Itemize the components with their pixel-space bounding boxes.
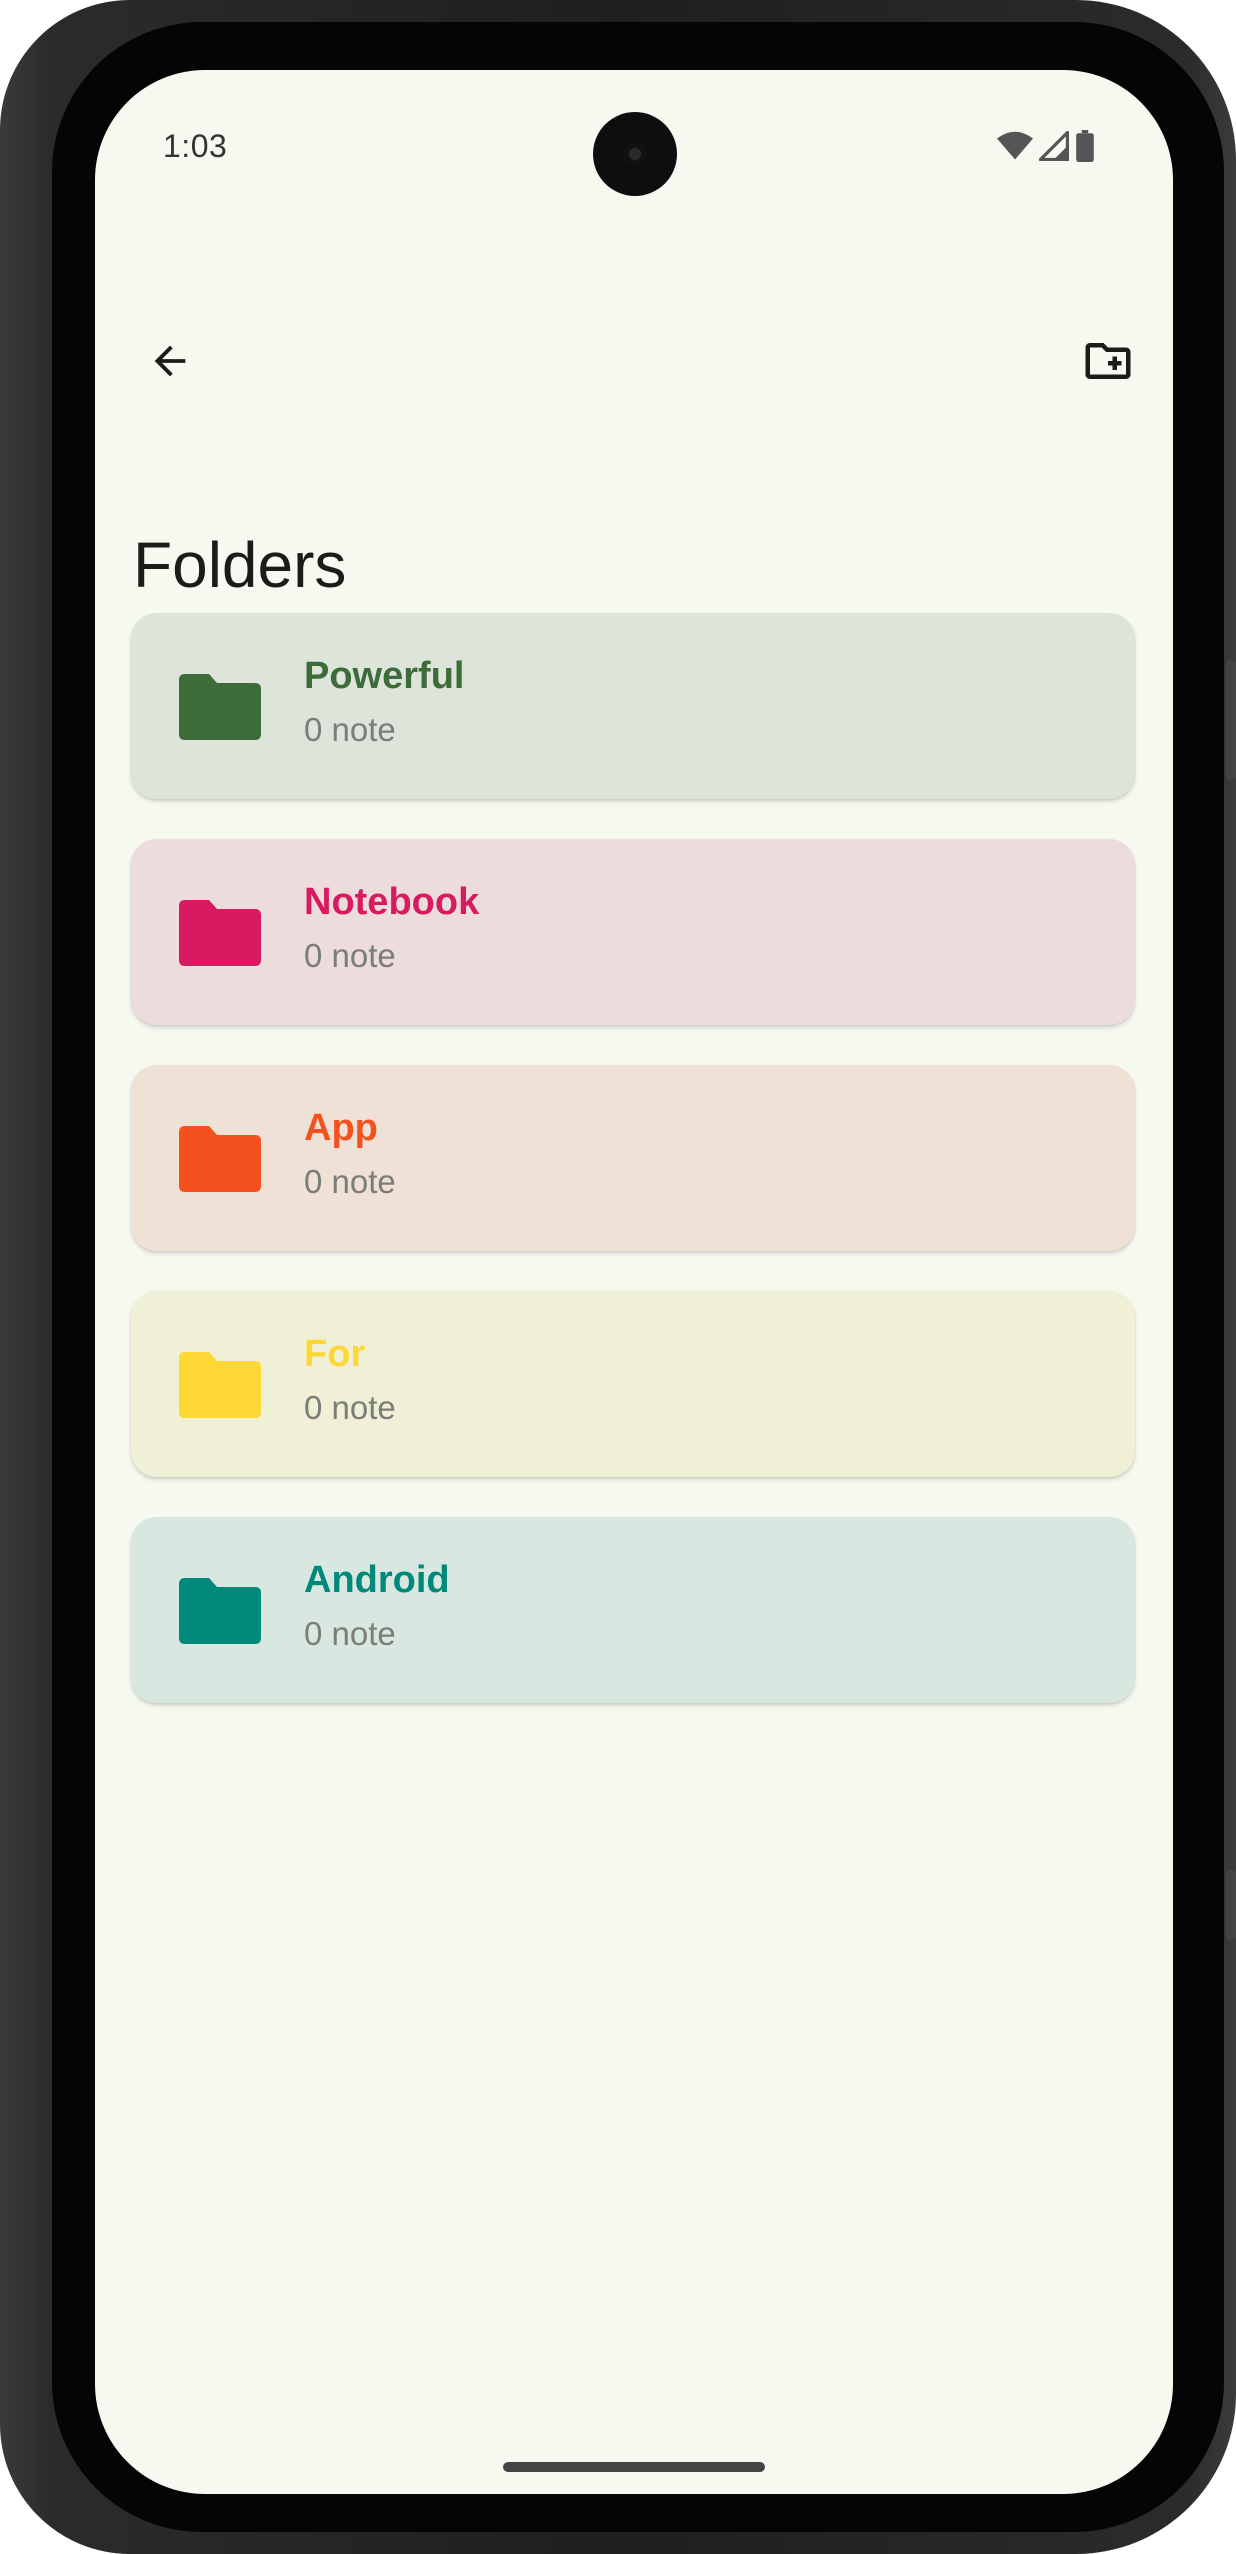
- folder-name: Powerful: [304, 655, 465, 697]
- folder-name: For: [304, 1333, 366, 1375]
- folder-note-count: 0 note: [304, 711, 396, 748]
- folder-icon: [179, 1352, 261, 1418]
- folder-icon: [179, 1578, 261, 1644]
- folder-note-count: 0 note: [304, 937, 396, 974]
- folder-name: Android: [304, 1559, 450, 1601]
- battery-icon: [1076, 130, 1094, 162]
- home-gesture-bar[interactable]: [503, 2462, 765, 2472]
- folder-card-powerful[interactable]: Powerful 0 note: [131, 613, 1135, 799]
- folder-note-count: 0 note: [304, 1163, 396, 1200]
- new-folder-button[interactable]: [1073, 326, 1143, 396]
- volume-button: [1226, 660, 1236, 780]
- wifi-icon: [997, 131, 1033, 160]
- folder-icon: [179, 674, 261, 740]
- arrow-back-icon: [154, 345, 186, 377]
- power-button: [1226, 1870, 1236, 1940]
- folder-note-count: 0 note: [304, 1615, 396, 1652]
- folder-name: App: [304, 1107, 378, 1149]
- folder-card-app[interactable]: App 0 note: [131, 1065, 1135, 1251]
- page-title: Folders: [133, 529, 347, 601]
- folder-card-android[interactable]: Android 0 note: [131, 1517, 1135, 1703]
- front-camera: [593, 112, 677, 196]
- folder-name: Notebook: [304, 881, 480, 923]
- folder-note-count: 0 note: [304, 1389, 396, 1426]
- back-button[interactable]: [135, 326, 205, 396]
- folder-icon: [179, 1126, 261, 1192]
- folder-card-notebook[interactable]: Notebook 0 note: [131, 839, 1135, 1025]
- status-icons: [997, 130, 1095, 162]
- cellular-signal-icon: [1039, 131, 1069, 161]
- status-time: 1:03: [163, 128, 228, 164]
- screen: 1:03 Folders Powerful 0 note Notebook 0 …: [95, 70, 1173, 2494]
- folder-card-for[interactable]: For 0 note: [131, 1291, 1135, 1477]
- create-new-folder-icon: [1085, 343, 1131, 379]
- folder-icon: [179, 900, 261, 966]
- device-frame: 1:03 Folders Powerful 0 note Notebook 0 …: [0, 0, 1236, 2554]
- folder-list: Powerful 0 note Notebook 0 note App 0 no…: [131, 613, 1135, 1743]
